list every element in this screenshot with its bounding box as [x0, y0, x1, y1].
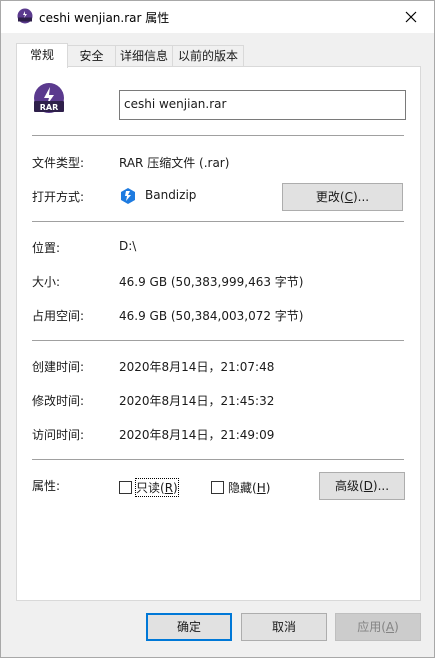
size-value: 46.9 GB (50,383,999,463 字节) [119, 275, 304, 289]
hidden-checkbox-box[interactable] [211, 480, 224, 494]
open-with-app: Bandizip [145, 188, 197, 202]
separator [32, 459, 404, 460]
ok-button[interactable]: 确定 [146, 613, 232, 641]
apply-button[interactable]: 应用(A) [335, 613, 421, 641]
size-on-disk-label: 占用空间: [32, 309, 85, 323]
tab-previous-versions[interactable]: 以前的版本 [172, 45, 244, 67]
file-name-input[interactable]: ceshi wenjian.rar [119, 90, 406, 120]
modified-value: 2020年8月14日，21:45:32 [119, 394, 275, 408]
separator [32, 135, 404, 136]
modified-label: 修改时间: [32, 394, 85, 408]
title-bar[interactable]: ceshi wenjian.rar 属性 [1, 1, 434, 33]
file-type-label: 文件类型: [32, 156, 85, 170]
location-value: D:\ [119, 239, 137, 253]
readonly-checkbox[interactable]: 只读(R) [119, 477, 179, 497]
tab-general[interactable]: 常规 [16, 43, 68, 68]
cancel-button[interactable]: 取消 [241, 613, 327, 641]
accessed-label: 访问时间: [32, 428, 85, 442]
open-with-label: 打开方式: [32, 190, 85, 204]
hidden-checkbox-label[interactable]: 隐藏(H) [228, 479, 270, 496]
created-label: 创建时间: [32, 360, 85, 374]
general-panel: RAR ceshi wenjian.rar 文件类型: RAR 压缩文件 (.r… [16, 66, 421, 601]
size-label: 大小: [32, 275, 61, 289]
attributes-label: 属性: [32, 479, 61, 493]
tab-details[interactable]: 详细信息 [115, 45, 173, 67]
tab-security[interactable]: 安全 [67, 45, 116, 67]
separator [32, 221, 404, 222]
close-button[interactable] [388, 1, 434, 33]
size-on-disk-value: 46.9 GB (50,384,003,072 字节) [119, 309, 304, 323]
accessed-value: 2020年8月14日，21:49:09 [119, 428, 275, 442]
readonly-checkbox-box[interactable] [119, 480, 132, 494]
bandizip-icon [121, 188, 135, 204]
hidden-checkbox[interactable]: 隐藏(H) [211, 479, 270, 495]
separator [32, 340, 404, 341]
change-button[interactable]: 更改(C)... [282, 183, 403, 211]
created-value: 2020年8月14日，21:07:48 [119, 360, 275, 374]
readonly-checkbox-label[interactable]: 只读(R) [135, 477, 179, 497]
rar-file-icon [17, 8, 33, 24]
properties-dialog: ceshi wenjian.rar 属性 常规 安全 详细信息 以前的版本 RA… [0, 0, 435, 658]
rar-icon-badge: RAR [40, 103, 59, 112]
file-type-value: RAR 压缩文件 (.rar) [119, 156, 230, 170]
location-label: 位置: [32, 241, 61, 255]
rar-icon: RAR [34, 83, 64, 113]
close-icon [405, 11, 417, 23]
advanced-button[interactable]: 高级(D)... [319, 472, 405, 500]
window-title: ceshi wenjian.rar 属性 [39, 11, 170, 25]
